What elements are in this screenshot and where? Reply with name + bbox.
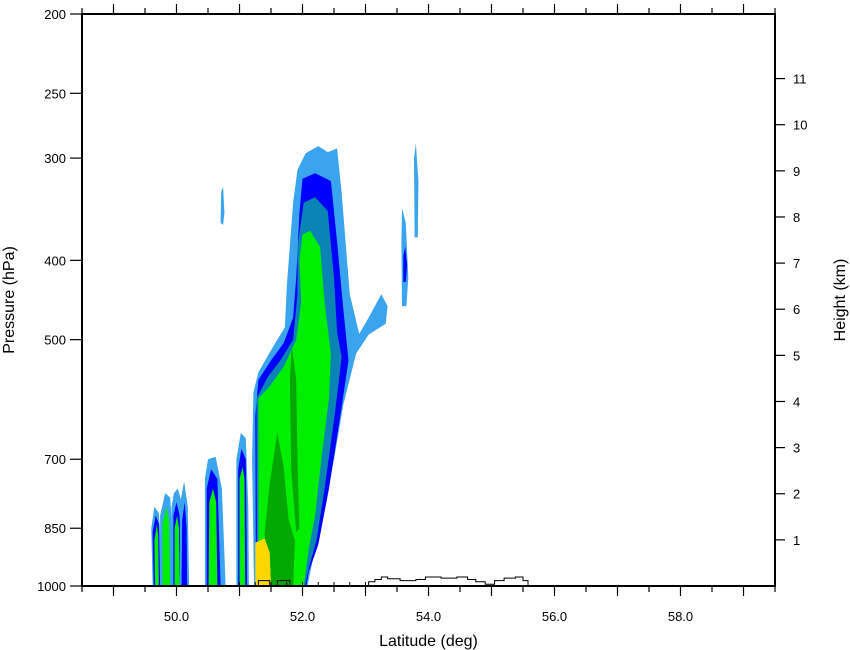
- chart-svg: 50.0 52.0 54.0 56.0 58.0 1000 850 700 500 400 300…: [1, 4, 849, 650]
- y-tick-label: 700: [44, 452, 66, 467]
- x-tick-label: 50.0: [164, 609, 189, 624]
- y-axis-right: 1 2 3 4 5 6 7 8 9 10 11: [775, 72, 807, 548]
- y-tick-label: 400: [44, 253, 66, 268]
- y-tick-label: 200: [44, 7, 66, 22]
- y-tick-label: 850: [44, 521, 66, 536]
- x-tick-label: 52.0: [290, 609, 315, 624]
- y-axis-label-right: Height (km): [832, 259, 849, 342]
- x-tick-label: 54.0: [416, 609, 441, 624]
- r-tick-label: 4: [793, 394, 800, 409]
- r-tick-label: 3: [793, 441, 800, 456]
- y-axis-left: 1000 850 700 500 400 300 250 200: [37, 7, 82, 594]
- x-axis-label: Latitude (deg): [379, 633, 478, 650]
- contour-shading: [151, 143, 419, 586]
- y-tick-label: 1000: [37, 579, 66, 594]
- r-tick-label: 11: [793, 72, 807, 87]
- y-axis-label-left: Pressure (hPa): [1, 246, 18, 354]
- y-tick-label: 500: [44, 333, 66, 348]
- x-tick-label: 58.0: [668, 609, 693, 624]
- r-tick-label: 5: [793, 348, 800, 363]
- r-tick-label: 10: [793, 118, 807, 133]
- x-tick-label: 56.0: [542, 609, 567, 624]
- contour-region-level-1: [220, 186, 225, 225]
- r-tick-label: 8: [793, 210, 800, 225]
- r-tick-label: 6: [793, 302, 800, 317]
- y-tick-label: 300: [44, 151, 66, 166]
- contour-region-level-4: [208, 488, 218, 586]
- r-tick-label: 9: [793, 164, 800, 179]
- r-tick-label: 2: [793, 487, 800, 502]
- contour-region-level-4: [239, 466, 246, 586]
- contour-region-level-1: [414, 143, 419, 238]
- r-tick-label: 1: [793, 533, 800, 548]
- y-tick-label: 250: [44, 86, 66, 101]
- r-tick-label: 7: [793, 256, 800, 271]
